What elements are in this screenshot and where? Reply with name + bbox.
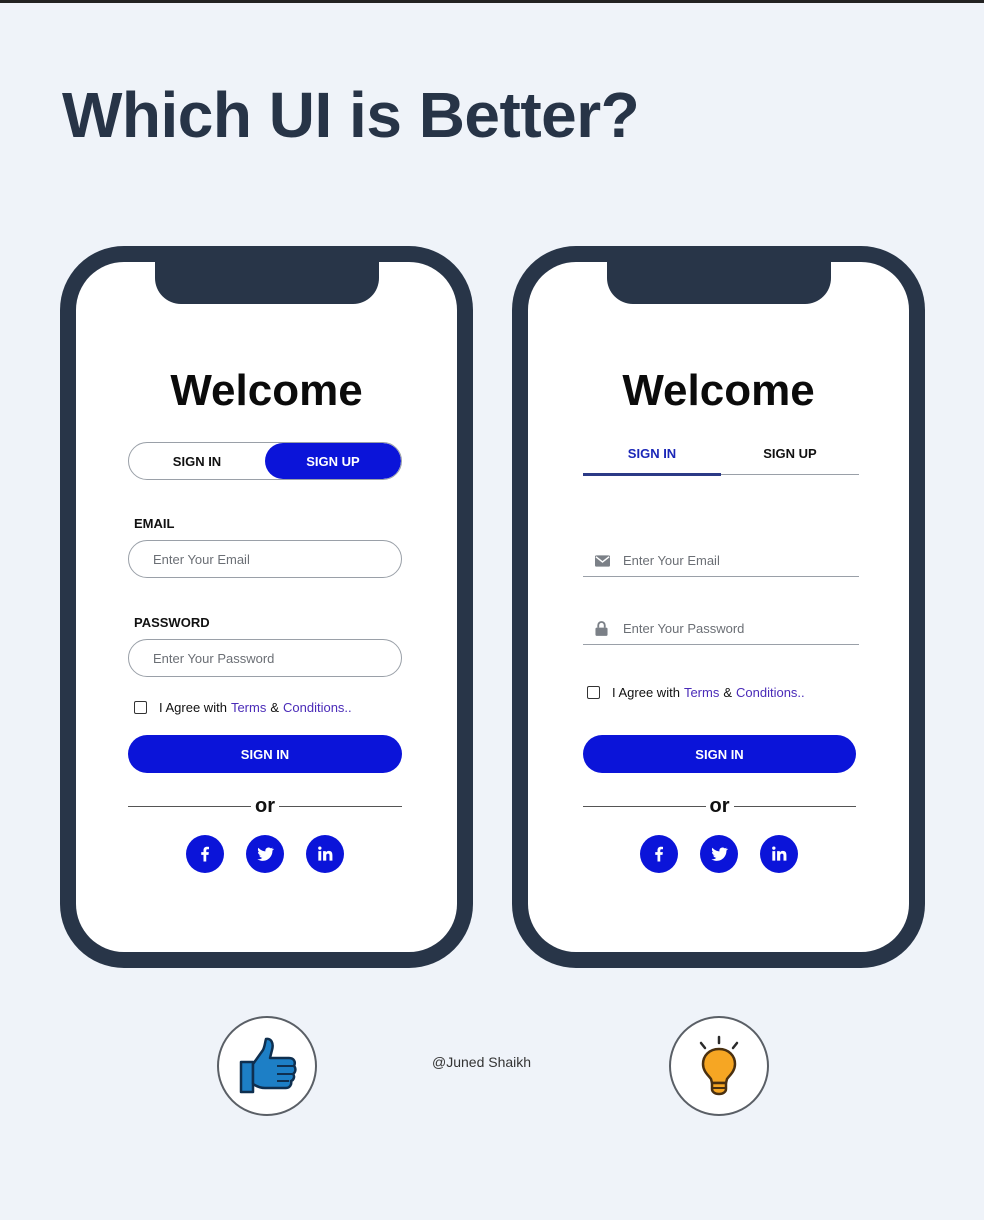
conditions-link[interactable]: Conditions..	[283, 700, 352, 715]
phone-screen-left: Welcome SIGN IN SIGN UP EMAIL PASSWORD I…	[76, 262, 457, 952]
signin-signup-tabs: SIGN IN SIGN UP	[583, 442, 859, 476]
twitter-icon	[711, 847, 728, 861]
or-text: or	[255, 795, 275, 817]
email-field[interactable]	[623, 553, 843, 568]
thumbs-up-icon	[239, 1037, 297, 1094]
conditions-link[interactable]: Conditions..	[736, 685, 805, 700]
or-divider: or	[128, 796, 402, 816]
agree-amp: &	[723, 685, 732, 700]
email-field[interactable]	[128, 540, 402, 578]
page-title: Which UI is Better?	[62, 79, 640, 151]
facebook-button[interactable]	[640, 835, 678, 873]
agree-text: I Agree with	[159, 700, 227, 715]
terms-agreement: I Agree with Terms & Conditions..	[587, 685, 805, 700]
agree-text: I Agree with	[612, 685, 680, 700]
facebook-icon	[201, 846, 209, 862]
toggle-signup[interactable]: SIGN UP	[265, 443, 401, 479]
or-divider: or	[583, 796, 856, 816]
lock-icon	[595, 621, 615, 636]
linkedin-button[interactable]	[306, 835, 344, 873]
facebook-icon	[655, 846, 663, 862]
signin-signup-toggle: SIGN IN SIGN UP	[128, 442, 402, 480]
linkedin-icon	[318, 846, 333, 861]
phone-notch	[154, 262, 379, 304]
terms-link[interactable]: Terms	[231, 700, 266, 715]
terms-link[interactable]: Terms	[684, 685, 719, 700]
terms-agreement: I Agree with Terms & Conditions..	[134, 700, 352, 715]
or-text: or	[709, 795, 730, 817]
password-field[interactable]	[128, 639, 402, 677]
divider-line	[583, 805, 706, 807]
thumbs-up-badge	[217, 1016, 317, 1116]
linkedin-icon	[772, 846, 787, 861]
agree-amp: &	[270, 700, 279, 715]
facebook-button[interactable]	[186, 835, 224, 873]
linkedin-button[interactable]	[760, 835, 798, 873]
phone-screen-right: Welcome SIGN IN SIGN UP I Agree with Ter…	[528, 262, 909, 952]
social-login-group	[640, 835, 798, 873]
email-field-row	[583, 545, 859, 577]
divider-line	[279, 805, 402, 807]
terms-checkbox[interactable]	[134, 701, 147, 714]
welcome-title: Welcome	[622, 366, 815, 415]
welcome-title: Welcome	[170, 366, 363, 415]
mail-icon	[595, 554, 615, 567]
divider-line	[733, 805, 856, 807]
tab-signin[interactable]: SIGN IN	[583, 442, 721, 476]
email-label: EMAIL	[134, 516, 175, 531]
toggle-signin[interactable]: SIGN IN	[129, 443, 265, 479]
sign-in-button[interactable]: SIGN IN	[128, 735, 402, 773]
terms-checkbox[interactable]	[587, 686, 600, 699]
twitter-button[interactable]	[246, 835, 284, 873]
twitter-icon	[257, 847, 274, 861]
password-field-row	[583, 613, 859, 645]
sign-in-button[interactable]: SIGN IN	[583, 735, 856, 773]
divider-line	[128, 805, 251, 807]
social-login-group	[186, 835, 344, 873]
phone-mockup-left: Welcome SIGN IN SIGN UP EMAIL PASSWORD I…	[60, 246, 473, 968]
phone-mockup-right: Welcome SIGN IN SIGN UP I Agree with Ter…	[512, 246, 925, 968]
author-credit: @Juned Shaikh	[432, 1054, 532, 1070]
lightbulb-icon	[699, 1035, 739, 1096]
top-divider	[0, 0, 984, 3]
password-field[interactable]	[623, 621, 843, 636]
lightbulb-badge	[669, 1016, 769, 1116]
password-label: PASSWORD	[134, 615, 210, 630]
twitter-button[interactable]	[700, 835, 738, 873]
tab-signup[interactable]: SIGN UP	[721, 442, 859, 474]
phone-notch	[606, 262, 831, 304]
